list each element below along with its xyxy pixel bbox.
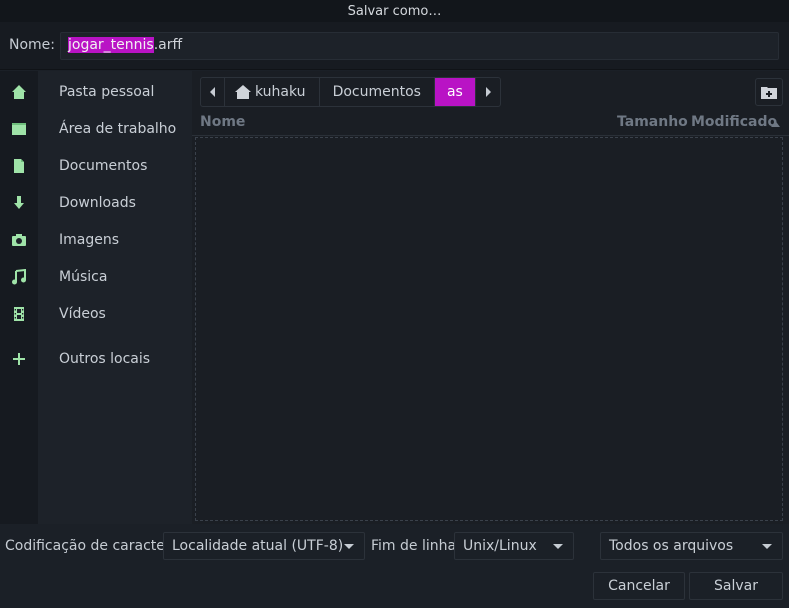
- sidebar-item-label: Documentos: [59, 158, 148, 174]
- path-back-button[interactable]: [201, 78, 225, 106]
- plus-icon: [0, 352, 38, 366]
- breadcrumb: kuhaku Documentos as: [200, 77, 501, 107]
- file-list[interactable]: [195, 137, 783, 521]
- path-forward-button[interactable]: [476, 78, 500, 106]
- sidebar-item-label: Vídeos: [59, 306, 106, 322]
- sidebar-item-images[interactable]: Imagens: [0, 225, 192, 255]
- name-label: Nome:: [9, 37, 56, 53]
- path-segment-current[interactable]: as: [434, 78, 476, 106]
- sidebar-item-downloads[interactable]: Downloads: [0, 188, 192, 218]
- new-folder-button[interactable]: [755, 78, 783, 106]
- music-icon: [0, 269, 38, 285]
- line-ending-select[interactable]: Unix/Linux: [454, 532, 574, 560]
- window-title: Salvar como…: [0, 0, 789, 22]
- filename-selected-text: jogar_tennis: [68, 37, 154, 53]
- camera-icon: [0, 232, 38, 248]
- path-segment-documents[interactable]: Documentos: [320, 78, 435, 106]
- sidebar-item-label: Imagens: [59, 232, 120, 248]
- sidebar-item-label: Música: [59, 269, 108, 285]
- desktop-icon: [0, 121, 38, 137]
- path-segment-label: Documentos: [332, 84, 421, 100]
- encoding-select[interactable]: Localidade atual (UTF-8): [163, 532, 365, 560]
- save-button[interactable]: Salvar: [689, 572, 783, 600]
- sidebar-item-documents[interactable]: Documentos: [0, 151, 192, 181]
- sidebar-item-desktop[interactable]: Área de trabalho: [0, 114, 192, 144]
- sidebar-item-label: Área de trabalho: [59, 121, 177, 137]
- path-segment-home[interactable]: kuhaku: [225, 78, 320, 106]
- film-icon: [0, 306, 38, 322]
- dialog-footer: Codificação de caracteres: Localidade at…: [0, 524, 789, 608]
- home-icon: [0, 84, 38, 100]
- file-filter-select[interactable]: Todos os arquivos: [600, 532, 783, 560]
- chevron-left-icon: [209, 87, 215, 97]
- file-browser: kuhaku Documentos as Nome Tamanho Modifi…: [192, 71, 789, 524]
- home-icon: [235, 85, 251, 99]
- sidebar-item-videos[interactable]: Vídeos: [0, 299, 192, 329]
- document-icon: [0, 158, 38, 174]
- name-row: Nome: jogar_tennis.arff: [0, 22, 789, 70]
- places-sidebar: Pasta pessoal Área de trabalho Documento…: [0, 71, 192, 524]
- sidebar-item-other-locations[interactable]: Outros locais: [0, 344, 192, 374]
- path-segment-label: kuhaku: [255, 84, 306, 100]
- line-ending-label: Fim de linha:: [371, 538, 461, 554]
- caret-down-icon: [344, 544, 354, 549]
- sidebar-item-label: Downloads: [59, 195, 136, 211]
- sidebar-item-home[interactable]: Pasta pessoal: [0, 77, 192, 107]
- caret-down-icon: [762, 544, 772, 549]
- chevron-right-icon: [485, 87, 491, 97]
- sidebar-item-label: Pasta pessoal: [59, 84, 155, 100]
- column-header: Nome Tamanho Modificado: [192, 111, 789, 136]
- new-folder-icon: [761, 87, 777, 99]
- sidebar-item-music[interactable]: Música: [0, 262, 192, 292]
- sort-ascending-icon: [771, 121, 780, 127]
- column-modified[interactable]: Modificado: [691, 114, 777, 130]
- caret-down-icon: [553, 544, 563, 549]
- filename-extension: .arff: [153, 37, 183, 53]
- line-ending-value: Unix/Linux: [463, 538, 537, 554]
- download-icon: [0, 195, 38, 211]
- filename-input[interactable]: jogar_tennis.arff: [60, 32, 779, 60]
- sidebar-item-label: Outros locais: [59, 351, 151, 367]
- column-size[interactable]: Tamanho: [617, 114, 688, 130]
- path-segment-label: as: [446, 84, 463, 100]
- encoding-value: Localidade atual (UTF-8): [172, 538, 344, 554]
- cancel-button[interactable]: Cancelar: [593, 572, 685, 600]
- column-name[interactable]: Nome: [200, 114, 245, 130]
- file-filter-value: Todos os arquivos: [609, 538, 734, 554]
